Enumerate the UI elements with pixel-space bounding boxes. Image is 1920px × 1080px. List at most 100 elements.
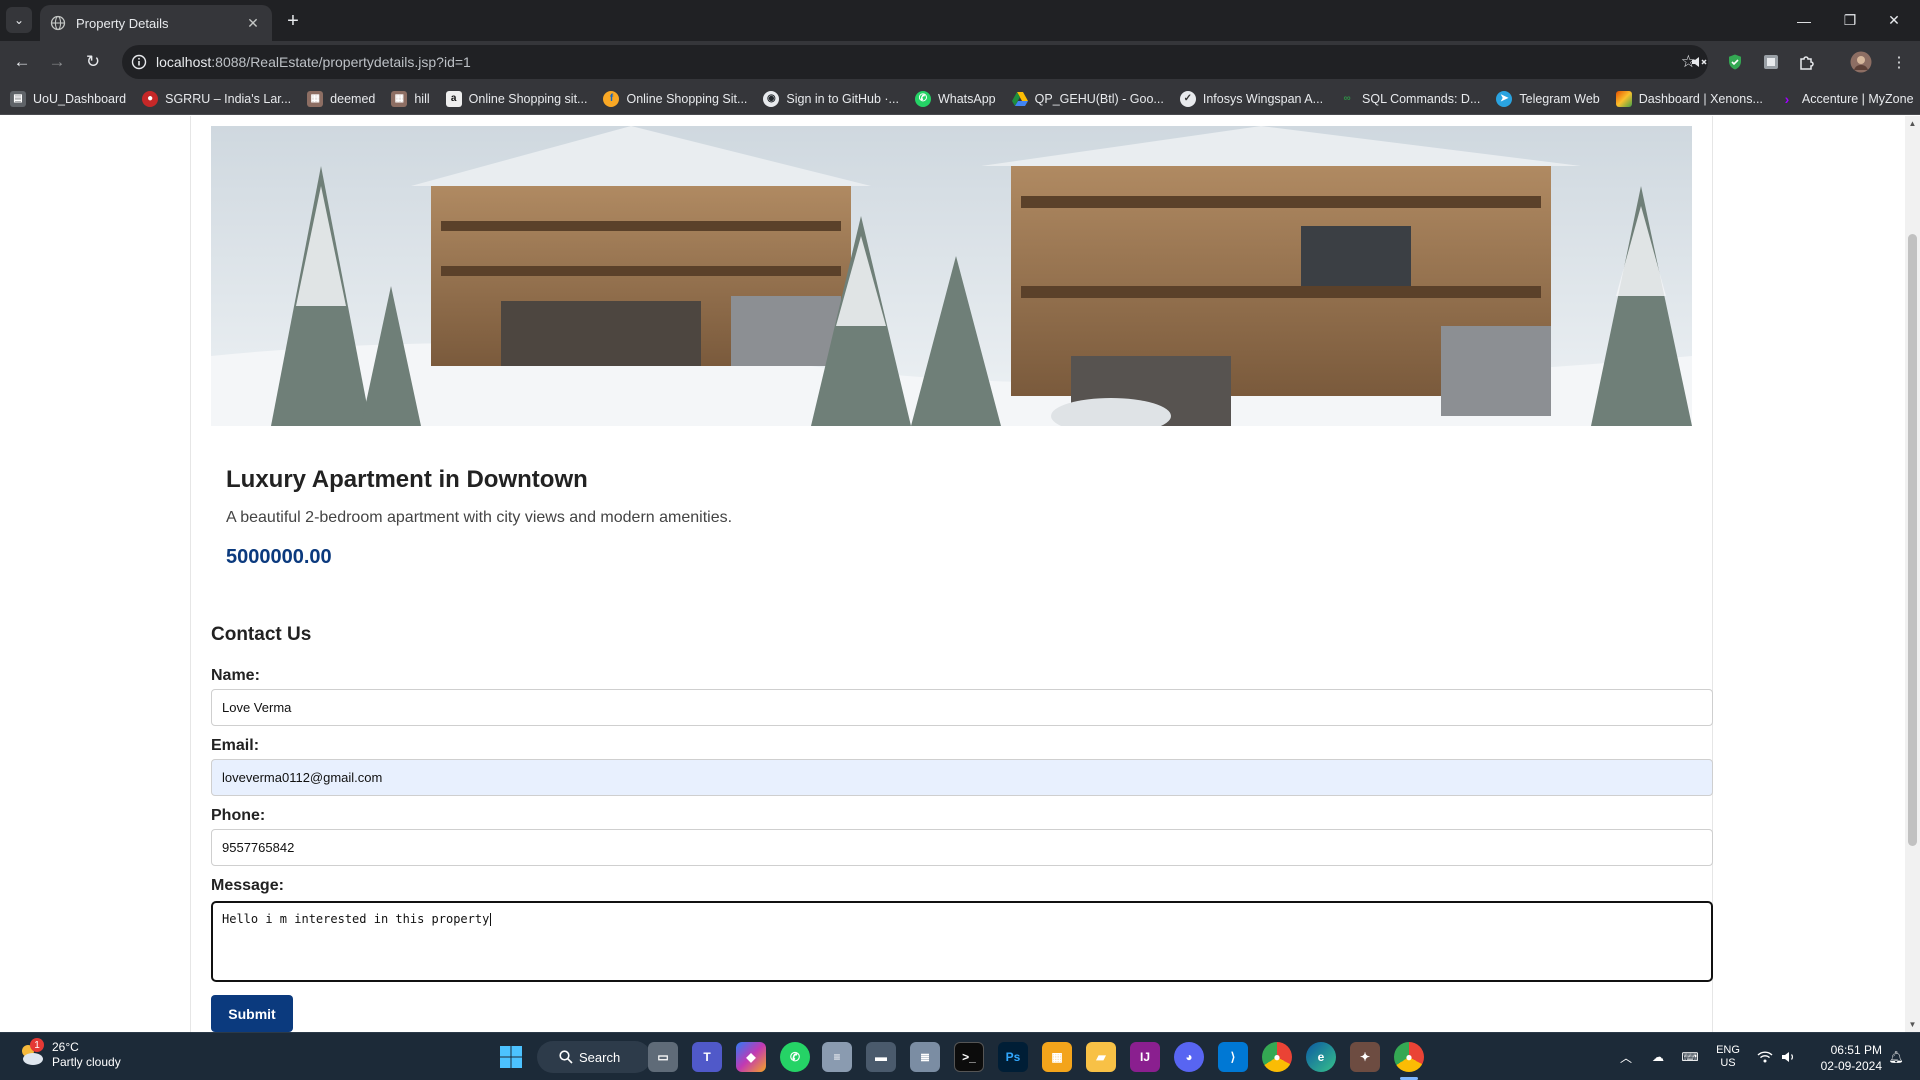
onedrive-cloud-icon[interactable]: ☁	[1646, 1033, 1670, 1080]
forward-arrow-icon[interactable]: →	[42, 47, 72, 77]
site-info-icon[interactable]	[122, 54, 156, 70]
tray-overflow-chevron-icon[interactable]: ︿	[1616, 1033, 1636, 1080]
property-price: 5000000.00	[226, 546, 332, 568]
geeksforgeeks-icon: ∞	[1343, 93, 1351, 104]
taskbar-clock[interactable]: 06:51 PM 02-09-2024	[1808, 1042, 1882, 1074]
message-textarea[interactable]: Hello i m interested in this property	[211, 901, 1713, 982]
database-tool-icon[interactable]: ≣	[910, 1042, 940, 1072]
tab-property-details[interactable]: Property Details ✕	[40, 5, 272, 41]
windows-taskbar: 1 26°C Partly cloudy Search ▭ T ◆ ✆ ≡ ▬ …	[0, 1032, 1920, 1080]
url-text: localhost:8088/RealEstate/propertydetail…	[156, 54, 471, 70]
windows-start-icon[interactable]	[496, 1042, 526, 1072]
bookmark-label: Sign in to GitHub ·...	[786, 91, 899, 106]
whatsapp-taskbar-icon[interactable]: ✆	[780, 1042, 810, 1072]
flipkart-icon: f	[603, 90, 620, 107]
close-tab-icon[interactable]: ✕	[244, 14, 262, 32]
chrome-icon[interactable]: ●	[1262, 1042, 1292, 1072]
volume-icon[interactable]	[1778, 1033, 1800, 1080]
scroll-up-arrow-icon[interactable]: ▲	[1905, 116, 1920, 131]
phone-label: Phone:	[211, 807, 266, 824]
notification-bell-icon[interactable]: 🔔︎	[1884, 1033, 1908, 1080]
page-viewport: Luxury Apartment in Downtown A beautiful…	[0, 116, 1905, 1032]
bookmark-deemed[interactable]: ▦ deemed	[307, 90, 376, 107]
clock-date: 02-09-2024	[1820, 1059, 1882, 1073]
photoshop-icon[interactable]: Ps	[998, 1042, 1028, 1072]
bookmark-label: Telegram Web	[1519, 91, 1600, 106]
profile-avatar[interactable]	[1850, 51, 1872, 73]
telegram-icon: ➤	[1496, 90, 1513, 107]
scrollbar-thumb[interactable]	[1908, 234, 1917, 846]
bookmark-hill[interactable]: ▦ hill	[391, 90, 430, 107]
submit-button[interactable]: Submit	[211, 995, 293, 1032]
building-icon: ▦	[391, 90, 408, 107]
muted-speaker-icon[interactable]	[1688, 51, 1710, 73]
browser-toolbar: ← → ↻ localhost:8088/RealEstate/property…	[0, 41, 1920, 83]
microsoft-store-icon[interactable]: ▦	[1042, 1042, 1072, 1072]
database-icon[interactable]: ≡	[822, 1042, 852, 1072]
weather-badge: 1	[30, 1038, 44, 1052]
vscode-icon[interactable]: ⟩	[1218, 1042, 1248, 1072]
bookmark-infosys-wingspan[interactable]: ✓ Infosys Wingspan A...	[1179, 90, 1323, 107]
copilot-icon[interactable]: ◆	[736, 1042, 766, 1072]
discord-icon[interactable]: ◕	[1174, 1042, 1204, 1072]
search-label: Search	[579, 1049, 621, 1065]
new-tab-button[interactable]: +	[280, 8, 306, 34]
page-scrollbar[interactable]: ▲ ▼	[1905, 116, 1920, 1032]
bookmark-label: deemed	[330, 91, 376, 106]
task-view-icon[interactable]: ▭	[648, 1042, 678, 1072]
building-icon: ▦	[307, 90, 324, 107]
bookmark-flipkart[interactable]: f Online Shopping Sit...	[603, 90, 747, 107]
extension-square-icon[interactable]	[1760, 51, 1782, 73]
email-label: Email:	[211, 737, 260, 754]
game-app-icon[interactable]: ✦	[1350, 1042, 1380, 1072]
name-field[interactable]: Love Verma	[211, 689, 1713, 726]
region-code: US	[1720, 1057, 1736, 1069]
language-code: ENG	[1716, 1044, 1740, 1056]
chrome-active-icon[interactable]: ●	[1394, 1042, 1424, 1072]
google-drive-icon	[1011, 91, 1028, 107]
edge-icon[interactable]: e	[1306, 1042, 1336, 1072]
wifi-icon[interactable]	[1754, 1033, 1776, 1080]
bookmark-xenon-dashboard[interactable]: Dashboard | Xenons...	[1615, 90, 1763, 107]
keyboard-icon[interactable]: ⌨	[1678, 1033, 1702, 1080]
property-title: Luxury Apartment in Downtown	[226, 466, 588, 493]
address-bar[interactable]: localhost:8088/RealEstate/propertydetail…	[122, 45, 1708, 79]
xenon-icon	[1615, 90, 1632, 107]
phone-field[interactable]: 9557765842	[211, 829, 1713, 866]
bookmark-label: Accenture | MyZone	[1801, 91, 1914, 106]
intellij-icon[interactable]: IJ	[1130, 1042, 1160, 1072]
scroll-down-arrow-icon[interactable]: ▼	[1905, 1017, 1920, 1032]
menu-kebab-icon[interactable]: ⋮	[1888, 51, 1910, 73]
bookmark-google-drive[interactable]: QP_GEHU(Btl) - Goo...	[1011, 91, 1164, 107]
file-explorer-icon[interactable]: ▰	[1086, 1042, 1116, 1072]
teams-icon[interactable]: T	[692, 1042, 722, 1072]
bookmark-sgrru[interactable]: ● SGRRU – India's Lar...	[142, 90, 292, 107]
bookmark-accenture[interactable]: › Accenture | MyZone	[1779, 91, 1914, 107]
bookmark-whatsapp[interactable]: ✆ WhatsApp	[914, 90, 996, 107]
taskbar-search[interactable]: Search	[537, 1041, 651, 1073]
back-arrow-icon[interactable]: ←	[7, 47, 37, 77]
email-field[interactable]: loveverma0112@gmail.com	[211, 759, 1713, 796]
extensions-puzzle-icon[interactable]	[1796, 51, 1818, 73]
language-indicator[interactable]: ENG US	[1708, 1033, 1748, 1080]
property-description: A beautiful 2-bedroom apartment with cit…	[226, 509, 733, 526]
bookmark-uou-dashboard[interactable]: ▤ UoU_Dashboard	[10, 90, 127, 107]
bookmark-label: UoU_Dashboard	[33, 91, 127, 106]
bookmark-amazon[interactable]: a Online Shopping sit...	[445, 90, 587, 107]
wingspan-icon: ✓	[1179, 90, 1196, 107]
university-icon: ●	[142, 90, 159, 107]
bookmark-label: SGRRU – India's Lar...	[165, 91, 292, 106]
terminal-icon[interactable]: >_	[954, 1042, 984, 1072]
server-app-icon[interactable]: ▬	[866, 1042, 896, 1072]
shield-extension-icon[interactable]	[1724, 51, 1746, 73]
tab-search-dropdown-icon[interactable]: ⌄	[6, 7, 32, 33]
close-window-button[interactable]: ✕	[1866, 0, 1920, 41]
bookmark-telegram[interactable]: ➤ Telegram Web	[1496, 90, 1600, 107]
reload-icon[interactable]: ↻	[78, 47, 108, 77]
bookmark-github[interactable]: ◉ Sign in to GitHub ·...	[763, 90, 899, 107]
url-path: :8088/RealEstate/propertydetails.jsp?id=…	[211, 54, 471, 70]
weather-widget[interactable]: 1 26°C Partly cloudy	[16, 1038, 121, 1070]
whatsapp-icon: ✆	[914, 90, 931, 107]
bookmark-sql-commands[interactable]: ∞ SQL Commands: D...	[1339, 91, 1480, 107]
bookmark-label: WhatsApp	[937, 91, 996, 106]
